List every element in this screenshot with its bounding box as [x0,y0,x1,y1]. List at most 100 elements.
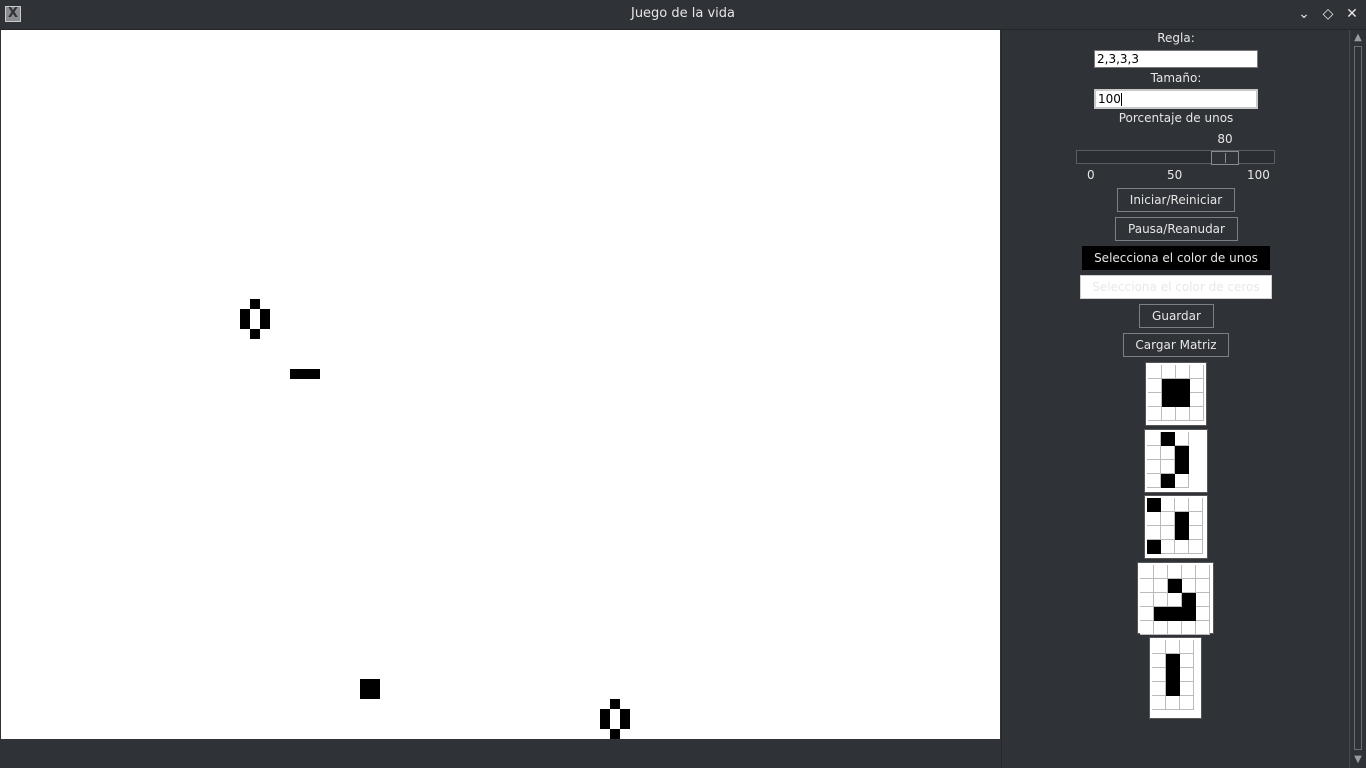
pattern-cell [1168,593,1182,607]
pattern-cell [1140,565,1154,579]
pattern-cell [1154,565,1168,579]
pattern-cell [1161,446,1175,460]
pattern-cell [1152,654,1166,668]
scroll-down-arrow-icon[interactable]: ▼ [1352,754,1364,766]
pattern-cell [1148,379,1162,393]
pattern-cell [1154,593,1168,607]
close-icon[interactable]: ✕ [1342,4,1362,24]
ones-color-button[interactable]: Selecciona el color de unos [1082,246,1270,270]
alive-cell [250,329,260,339]
pattern-cell [1161,540,1175,554]
pattern-cell [1180,668,1194,682]
pattern-cell [1161,432,1175,446]
pattern-cell [1180,682,1194,696]
pattern-cell [1140,621,1154,635]
alive-cell [600,709,610,729]
scroll-up-arrow-icon[interactable]: ▲ [1352,32,1364,44]
alive-cell [610,699,620,709]
pattern-blinker-button[interactable] [1149,637,1202,719]
pattern-cell [1189,512,1203,526]
pattern-cell [1196,593,1210,607]
pattern-2-button[interactable] [1144,429,1208,493]
pause-resume-button[interactable]: Pausa/Reanudar [1115,217,1238,241]
pattern-cell [1175,526,1189,540]
slider-value: 80 [1217,132,1233,146]
pattern-cell [1148,365,1162,379]
pattern-cell [1147,460,1161,474]
pattern-cell [1180,654,1194,668]
pattern-cell [1154,579,1168,593]
pattern-cell [1168,621,1182,635]
pattern-cell [1182,565,1196,579]
pattern-cell [1147,432,1161,446]
rule-input[interactable]: 2,3,3,3 [1094,50,1258,68]
pattern-cell [1175,540,1189,554]
pattern-cell [1182,593,1196,607]
maximize-icon[interactable]: ◇ [1318,4,1338,24]
pattern-3-button[interactable] [1144,495,1208,559]
pattern-grid [1140,565,1210,635]
pattern-glider-button[interactable] [1137,562,1214,635]
window-title: Juego de la vida [630,6,736,21]
pattern-cell [1147,540,1161,554]
pattern-cell [1182,579,1196,593]
pattern-cell [1162,365,1176,379]
start-restart-button[interactable]: Iniciar/Reiniciar [1117,188,1235,212]
pattern-cell [1161,460,1175,474]
pattern-cell [1140,607,1154,621]
pattern-cell [1189,540,1203,554]
pattern-cell [1147,446,1161,460]
pattern-cell [1196,565,1210,579]
pattern-cell [1175,432,1189,446]
pattern-cell [1152,668,1166,682]
pattern-cell [1162,379,1176,393]
pattern-cell [1147,512,1161,526]
pattern-cell [1196,579,1210,593]
pattern-cell [1175,460,1189,474]
scrollbar-thumb[interactable] [1354,46,1362,750]
zeros-color-button[interactable]: Selecciona el color de ceros [1080,275,1272,299]
pattern-block-button[interactable] [1145,362,1207,426]
percent-slider-thumb[interactable] [1211,151,1239,165]
pattern-cell [1180,640,1194,654]
percent-label: Porcentaje de unos [1118,111,1234,125]
pattern-grid [1148,365,1204,421]
size-label: Tamaño: [1150,71,1202,85]
pattern-cell [1162,407,1176,421]
alive-cell [610,729,620,739]
pattern-cell [1148,407,1162,421]
pattern-cell [1182,607,1196,621]
pattern-cell [1175,512,1189,526]
pattern-cell [1166,654,1180,668]
pattern-cell [1154,621,1168,635]
title-bar: X Juego de la vida ⌄ ◇ ✕ [0,0,1366,30]
pattern-cell [1189,526,1203,540]
pattern-cell [1176,365,1190,379]
minimize-icon[interactable]: ⌄ [1294,4,1314,24]
alive-cell [240,309,250,329]
pattern-cell [1175,446,1189,460]
pattern-cell [1161,498,1175,512]
pattern-cell [1168,607,1182,621]
load-matrix-button[interactable]: Cargar Matriz [1123,333,1229,357]
pattern-cell [1190,393,1204,407]
pattern-cell [1161,512,1175,526]
pattern-cell [1168,565,1182,579]
vertical-scrollbar[interactable]: ▲ ▼ [1349,30,1366,768]
pattern-cell [1168,579,1182,593]
slider-max-label: 100 [1247,168,1270,182]
save-button[interactable]: Guardar [1139,304,1214,328]
pattern-cell [1180,696,1194,710]
size-input[interactable]: 100 [1094,89,1258,109]
life-grid-canvas[interactable] [1,30,1000,739]
pattern-cell [1147,498,1161,512]
slider-mid-label: 50 [1167,168,1183,182]
pattern-cell [1152,640,1166,654]
pattern-cell [1175,498,1189,512]
percent-slider-track[interactable] [1076,150,1275,164]
pattern-cell [1196,607,1210,621]
pattern-cell [1196,621,1210,635]
pattern-cell [1161,526,1175,540]
pattern-cell [1166,682,1180,696]
size-input-value: 100 [1098,92,1121,106]
